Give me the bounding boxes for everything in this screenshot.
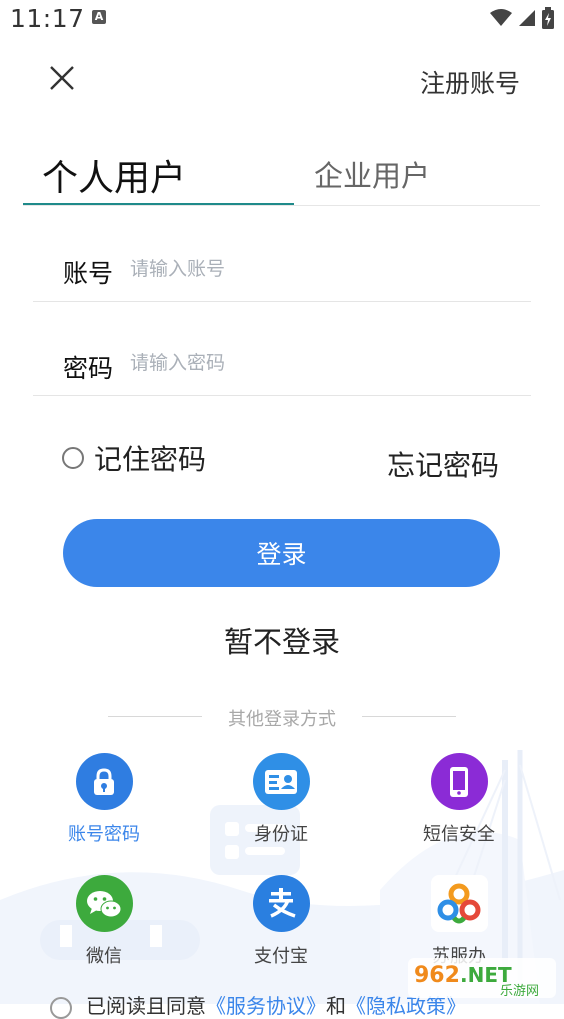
login-method-sms[interactable]: 短信安全 xyxy=(399,753,519,846)
account-input[interactable] xyxy=(130,258,490,280)
forgot-password-link[interactable]: 忘记密码 xyxy=(387,444,499,484)
close-icon[interactable] xyxy=(48,64,76,92)
login-method-label: 支付宝 xyxy=(254,946,308,967)
login-method-label: 微信 xyxy=(86,946,122,967)
login-method-label: 身份证 xyxy=(254,824,308,845)
password-label: 密码 xyxy=(63,354,114,383)
password-divider xyxy=(33,395,531,396)
notification-icon: A xyxy=(92,10,106,24)
remember-radio[interactable] xyxy=(62,447,84,469)
wifi-icon xyxy=(490,9,512,26)
alipay-icon[interactable] xyxy=(252,875,310,932)
login-method-id-card[interactable]: 身份证 xyxy=(221,753,341,846)
tab-divider xyxy=(23,205,540,206)
id-card-icon[interactable] xyxy=(252,753,310,810)
signal-icon xyxy=(519,10,535,26)
login-button[interactable]: 登录 xyxy=(63,519,500,587)
agreement-prefix: 已阅读且同意 xyxy=(86,994,206,1018)
agreement-connector: 和 xyxy=(326,994,346,1018)
password-input[interactable] xyxy=(130,352,490,374)
login-method-account-password[interactable]: 账号密码 xyxy=(44,753,164,846)
tab-enterprise-user[interactable]: 企业用户 xyxy=(314,153,430,195)
login-method-sufuban[interactable]: 苏服办 xyxy=(399,875,519,968)
account-divider xyxy=(33,301,531,302)
status-time: 11:17 xyxy=(10,4,85,33)
account-label: 账号 xyxy=(63,259,114,288)
login-method-label: 账号密码 xyxy=(68,824,140,845)
tab-personal-user[interactable]: 个人用户 xyxy=(42,149,186,201)
agreement-checkbox[interactable] xyxy=(50,996,72,1019)
battery-icon xyxy=(542,7,554,29)
svg-text:乐游网: 乐游网 xyxy=(500,984,539,999)
login-method-alipay[interactable]: 支付宝 xyxy=(221,875,341,968)
other-login-title: 其他登录方式 xyxy=(228,709,336,730)
remember-password-label: 记住密码 xyxy=(94,443,207,476)
phone-icon[interactable] xyxy=(430,753,488,810)
login-method-wechat[interactable]: 微信 xyxy=(44,875,164,968)
lock-icon[interactable] xyxy=(75,753,133,810)
wechat-icon[interactable] xyxy=(75,875,133,932)
agreement-row: 已阅读且同意《服务协议》和《隐私政策》 xyxy=(50,990,466,1019)
sufuban-icon[interactable] xyxy=(430,875,488,932)
svg-text:962: 962 xyxy=(414,963,460,988)
watermark-logo: 962 .NET 乐游网 xyxy=(408,956,556,1000)
skip-login-link[interactable]: 暂不登录 xyxy=(0,619,564,661)
status-icons xyxy=(490,7,554,29)
remember-password-toggle[interactable]: 记住密码 xyxy=(62,438,206,478)
register-account-link[interactable]: 注册账号 xyxy=(420,64,520,100)
service-agreement-link[interactable]: 《服务协议》 xyxy=(206,994,326,1018)
login-method-label: 短信安全 xyxy=(423,824,495,845)
